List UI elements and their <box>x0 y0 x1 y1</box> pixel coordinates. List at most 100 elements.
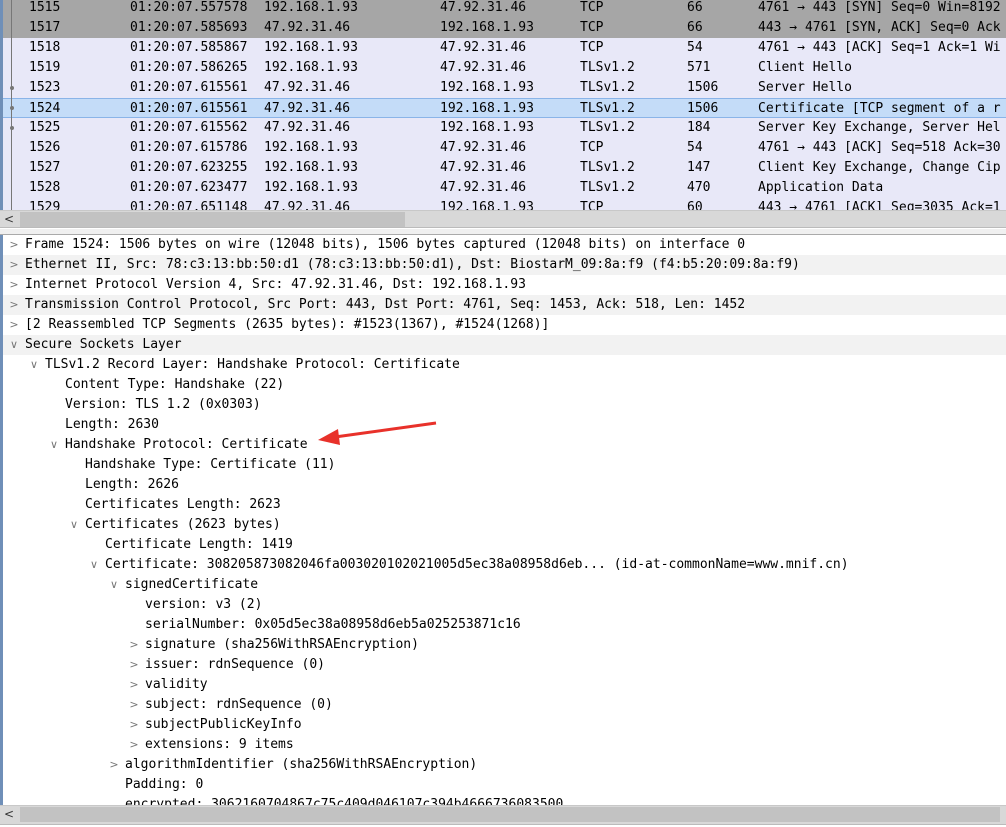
tree-item[interactable]: > subjectPublicKeyInfo <box>3 715 1006 735</box>
packet-len: 66 <box>687 20 703 35</box>
packet-dst: 47.92.31.46 <box>440 40 527 55</box>
packet-row[interactable]: 1529 01:20:07.651148 47.92.31.46 192.168.1.… <box>3 198 1006 210</box>
tree-item-label: Transmission Control Protocol, Src Port:… <box>25 297 746 312</box>
packet-src: 192.168.1.93 <box>264 160 358 175</box>
tree-item[interactable]: Length: 2630 <box>3 415 1006 435</box>
packet-details-tree[interactable]: > Frame 1524: 1506 bytes on wire (12048 b… <box>0 235 1006 805</box>
scrollbar-thumb[interactable] <box>20 807 1000 822</box>
tree-item-label: Certificates Length: 2623 <box>85 497 281 512</box>
scroll-left-icon[interactable]: < <box>4 806 14 823</box>
packet-row[interactable]: 1519 01:20:07.586265 192.168.1.93 47.92.31.… <box>3 58 1006 78</box>
tree-item[interactable]: serialNumber: 0x05d5ec38a08958d6eb5a0252… <box>3 615 1006 635</box>
tree-item[interactable]: > validity <box>3 675 1006 695</box>
packet-no: 1523 <box>29 80 61 95</box>
tree-item[interactable]: version: v3 (2) <box>3 595 1006 615</box>
tree-item[interactable]: Padding: 0 <box>3 775 1006 795</box>
chevron-right-icon[interactable]: > <box>128 695 140 715</box>
chevron-right-icon[interactable]: > <box>128 635 140 655</box>
packet-row[interactable]: 1518 01:20:07.585867 192.168.1.93 47.92.31.… <box>3 38 1006 58</box>
tree-item[interactable]: Certificates Length: 2623 <box>3 495 1006 515</box>
chevron-down-icon[interactable]: ∨ <box>88 555 100 575</box>
tree-item-label: Length: 2630 <box>65 417 159 432</box>
tree-item[interactable]: > extensions: 9 items <box>3 735 1006 755</box>
tree-item-label: Internet Protocol Version 4, Src: 47.92.… <box>25 277 526 292</box>
tree-item[interactable]: > signature (sha256WithRSAEncryption) <box>3 635 1006 655</box>
packet-info: Client Key Exchange, Change Cip <box>758 160 1001 175</box>
packet-time: 01:20:07.585867 <box>130 40 248 55</box>
tree-item[interactable]: ∨ TLSv1.2 Record Layer: Handshake Protoco… <box>3 355 1006 375</box>
tree-item[interactable]: encrypted: 3062160704867c75c409d046107c3… <box>3 795 1006 805</box>
packet-row[interactable]: 1515 01:20:07.557578 192.168.1.93 47.92.31.… <box>3 0 1006 18</box>
packet-list[interactable]: 1515 01:20:07.557578 192.168.1.93 47.92.31.… <box>0 0 1006 210</box>
chevron-down-icon[interactable]: ∨ <box>108 575 120 595</box>
chevron-right-icon[interactable]: > <box>8 315 20 335</box>
tree-item-label: subjectPublicKeyInfo <box>145 717 302 732</box>
chevron-down-icon[interactable]: ∨ <box>68 515 80 535</box>
chevron-right-icon[interactable]: > <box>128 655 140 675</box>
chevron-down-icon[interactable]: ∨ <box>8 335 20 355</box>
tree-item[interactable]: > subject: rdnSequence (0) <box>3 695 1006 715</box>
tree-item-label: Ethernet II, Src: 78:c3:13:bb:50:d1 (78:… <box>25 257 800 272</box>
chevron-right-icon[interactable]: > <box>8 275 20 295</box>
chevron-down-icon[interactable]: ∨ <box>28 355 40 375</box>
scroll-left-icon[interactable]: < <box>4 211 14 228</box>
packet-row[interactable]: 1523 01:20:07.615561 47.92.31.46 192.168.1.… <box>3 78 1006 98</box>
chevron-down-icon[interactable]: ∨ <box>48 435 60 455</box>
packet-row[interactable]: 1517 01:20:07.585693 47.92.31.46 192.168.1.… <box>3 18 1006 38</box>
chevron-right-icon[interactable]: > <box>128 735 140 755</box>
packet-proto: TLSv1.2 <box>580 120 635 135</box>
tree-item[interactable]: ∨ Certificate: 308205873082046fa003020102… <box>3 555 1006 575</box>
details-hscrollbar[interactable]: < <box>0 805 1006 825</box>
tree-item[interactable]: ∨ Handshake Protocol: Certificate <box>3 435 1006 455</box>
packet-time: 01:20:07.585693 <box>130 20 248 35</box>
scrollbar-thumb[interactable] <box>20 212 405 227</box>
packet-list-hscrollbar[interactable]: < <box>0 210 1006 228</box>
packet-len: 470 <box>687 180 711 195</box>
tree-item[interactable]: > issuer: rdnSequence (0) <box>3 655 1006 675</box>
packet-row[interactable]: 1526 01:20:07.615786 192.168.1.93 47.92.31.… <box>3 138 1006 158</box>
tree-item[interactable]: > Frame 1524: 1506 bytes on wire (12048 b… <box>3 235 1006 255</box>
tree-item[interactable]: Certificate Length: 1419 <box>3 535 1006 555</box>
packet-dst: 192.168.1.93 <box>440 20 534 35</box>
packet-row[interactable]: 1525 01:20:07.615562 47.92.31.46 192.168.1.… <box>3 118 1006 138</box>
tree-item[interactable]: > Transmission Control Protocol, Src Port… <box>3 295 1006 315</box>
packet-no: 1526 <box>29 140 61 155</box>
chevron-right-icon[interactable]: > <box>108 755 120 775</box>
chevron-right-icon[interactable]: > <box>8 295 20 315</box>
packet-src: 192.168.1.93 <box>264 180 358 195</box>
chevron-right-icon[interactable]: > <box>8 255 20 275</box>
packet-time: 01:20:07.557578 <box>130 0 248 15</box>
chevron-right-icon[interactable]: > <box>128 715 140 735</box>
tree-item[interactable]: > Ethernet II, Src: 78:c3:13:bb:50:d1 (78… <box>3 255 1006 275</box>
tree-item[interactable]: ∨ Secure Sockets Layer <box>3 335 1006 355</box>
packet-info: 4761 → 443 [ACK] Seq=518 Ack=30 <box>758 140 1001 155</box>
packet-len: 54 <box>687 140 703 155</box>
tree-item[interactable]: > Internet Protocol Version 4, Src: 47.92… <box>3 275 1006 295</box>
packet-len: 1506 <box>687 101 719 116</box>
packet-row[interactable]: 1528 01:20:07.623477 192.168.1.93 47.92.31.… <box>3 178 1006 198</box>
packet-row[interactable]: 1524 01:20:07.615561 47.92.31.46 192.168.1.… <box>3 98 1006 118</box>
packet-time: 01:20:07.623255 <box>130 160 248 175</box>
chevron-right-icon[interactable]: > <box>128 675 140 695</box>
tree-item-label: issuer: rdnSequence (0) <box>145 657 326 672</box>
packet-row[interactable]: 1527 01:20:07.623255 192.168.1.93 47.92.31.… <box>3 158 1006 178</box>
packet-dst: 47.92.31.46 <box>440 160 527 175</box>
chevron-right-icon[interactable]: > <box>8 235 20 255</box>
tree-item[interactable]: ∨ signedCertificate <box>3 575 1006 595</box>
packet-len: 184 <box>687 120 711 135</box>
tree-item[interactable]: Version: TLS 1.2 (0x0303) <box>3 395 1006 415</box>
tree-item[interactable]: ∨ Certificates (2623 bytes) <box>3 515 1006 535</box>
tree-item[interactable]: Length: 2626 <box>3 475 1006 495</box>
tree-item[interactable]: Handshake Type: Certificate (11) <box>3 455 1006 475</box>
packet-no: 1519 <box>29 60 61 75</box>
tree-item[interactable]: Content Type: Handshake (22) <box>3 375 1006 395</box>
packet-proto: TLSv1.2 <box>580 60 635 75</box>
packet-len: 1506 <box>687 80 719 95</box>
packet-len: 60 <box>687 200 703 210</box>
tree-item[interactable]: > algorithmIdentifier (sha256WithRSAEncry… <box>3 755 1006 775</box>
tree-item[interactable]: > [2 Reassembled TCP Segments (2635 bytes… <box>3 315 1006 335</box>
packet-proto: TLSv1.2 <box>580 80 635 95</box>
tree-item-label: validity <box>145 677 208 692</box>
packet-src: 47.92.31.46 <box>264 120 351 135</box>
packet-proto: TCP <box>580 40 604 55</box>
